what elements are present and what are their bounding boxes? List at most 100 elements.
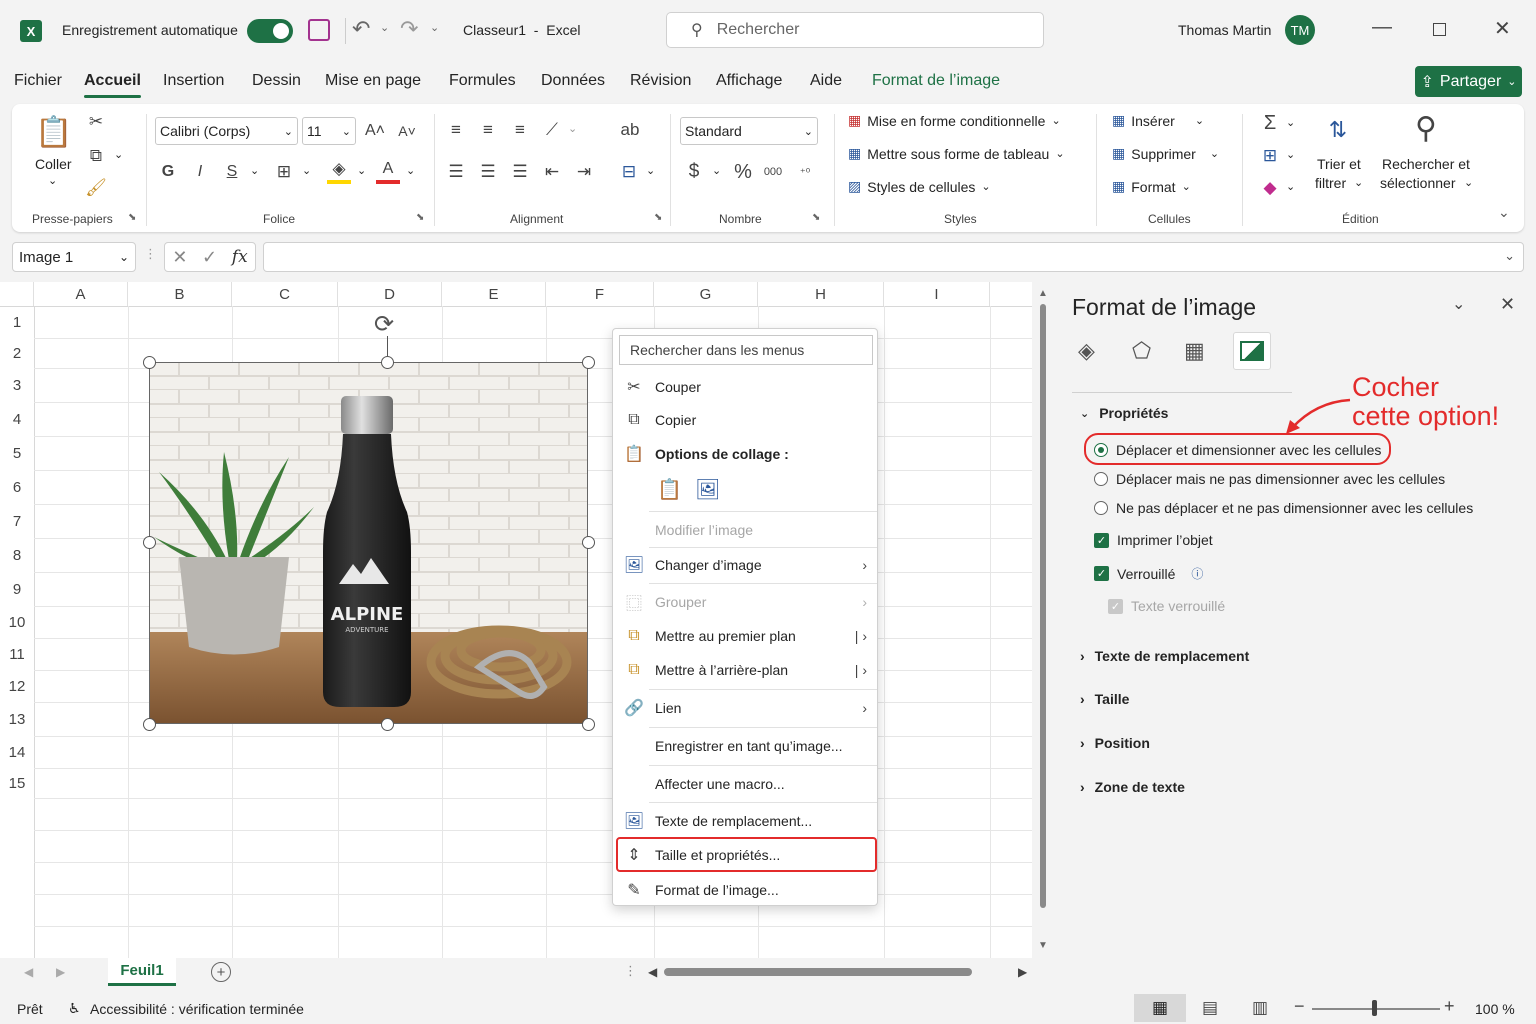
borders-dropdown-icon[interactable]: ⌄ (302, 164, 311, 177)
rotate-handle-icon[interactable]: ⟳ (374, 310, 394, 339)
page-break-icon[interactable]: ▥ (1252, 998, 1268, 1018)
tab-affichage[interactable]: Affichage (716, 72, 782, 90)
align-left-icon[interactable]: ☰ (444, 160, 468, 184)
zoom-out-icon[interactable]: − (1294, 996, 1305, 1017)
menu-item-save-as-image[interactable]: Enregistrer en tant qu’image... (613, 731, 877, 761)
undo-dropdown-icon[interactable]: ⌄ (380, 21, 389, 34)
column-header[interactable]: E (442, 282, 546, 306)
column-header[interactable]: B (128, 282, 232, 306)
row-header[interactable]: 13 (0, 702, 34, 736)
column-header[interactable]: A (34, 282, 128, 306)
find-select-label-2[interactable]: sélectionner (1380, 175, 1456, 191)
row-header[interactable]: 3 (0, 368, 34, 402)
radio-move-no-size[interactable]: Déplacer mais ne pas dimensionner avec l… (1094, 471, 1445, 487)
fill-dropdown-icon[interactable]: ⌄ (357, 164, 366, 177)
align-top-icon[interactable]: ≡ (444, 118, 468, 142)
align-right-icon[interactable]: ☰ (508, 160, 532, 184)
product-image[interactable]: ALPINE ADVENTURE (149, 362, 588, 724)
row-header[interactable]: 14 (0, 736, 34, 768)
row-header[interactable]: 1 (0, 306, 34, 338)
paste-dropdown-icon[interactable]: ⌄ (48, 174, 57, 187)
sort-filter-label-2[interactable]: filtrer (1315, 175, 1346, 191)
section-size[interactable]: › Taille (1080, 691, 1129, 707)
row-header[interactable]: 15 (0, 768, 34, 798)
section-properties[interactable]: ⌄ Propriétés (1080, 405, 1168, 421)
add-sheet-icon[interactable]: + (211, 962, 231, 982)
menu-item-copy[interactable]: ⧉ Copier (613, 405, 877, 435)
orientation-dropdown-icon[interactable]: ⌄ (568, 122, 577, 135)
underline-button[interactable]: S (220, 160, 244, 184)
number-format-select[interactable]: Standard ⌄ (680, 117, 818, 145)
underline-dropdown-icon[interactable]: ⌄ (250, 164, 259, 177)
resize-handle[interactable] (582, 356, 595, 369)
row-header[interactable]: 12 (0, 670, 34, 702)
name-box[interactable]: Image 1 ⌄ (12, 242, 136, 272)
copy-icon[interactable]: ⧉ (84, 144, 108, 168)
percent-icon[interactable]: % (730, 160, 756, 184)
currency-icon[interactable]: $ (682, 160, 706, 184)
format-painter-icon[interactable]: 🖌 (84, 176, 108, 200)
font-color-icon[interactable]: A (376, 158, 400, 184)
bold-button[interactable]: G (156, 160, 180, 184)
fill-icon[interactable]: ⊞ (1258, 144, 1282, 168)
copy-dropdown-icon[interactable]: ⌄ (114, 148, 123, 161)
autosave-toggle[interactable] (247, 19, 293, 43)
accessibility-icon[interactable]: ♿ (68, 1000, 81, 1017)
menu-item-link[interactable]: 🔗 Lien › (613, 693, 877, 723)
fill-dropdown-icon[interactable]: ⌄ (1286, 148, 1295, 161)
accessibility-status[interactable]: Accessibilité : vérification terminée (90, 1001, 304, 1017)
select-all[interactable] (0, 282, 34, 306)
menu-search-input[interactable]: Rechercher dans les menus (619, 335, 873, 365)
chevron-down-icon[interactable]: ⌄ (1464, 176, 1473, 189)
currency-dropdown-icon[interactable]: ⌄ (712, 164, 721, 177)
more-icon[interactable]: ⋮ (144, 246, 157, 262)
resize-handle[interactable] (143, 356, 156, 369)
find-icon[interactable]: ⚲ (1406, 108, 1446, 148)
more-icon[interactable]: ⋮ (624, 963, 637, 979)
next-sheet-icon[interactable]: ▶ (56, 965, 65, 979)
tab-fichier[interactable]: Fichier (14, 72, 62, 90)
sheet-tab-feuil1[interactable]: Feuil1 (108, 958, 176, 986)
section-text-box[interactable]: › Zone de texte (1080, 779, 1185, 795)
insert-button[interactable]: ▦ Insérer ⌄ (1112, 112, 1204, 129)
row-header[interactable]: 8 (0, 538, 34, 572)
menu-item-assign-macro[interactable]: Affecter une macro... (613, 769, 877, 799)
checkbox-print-object[interactable]: ✓ Imprimer l’objet (1094, 532, 1213, 548)
merge-dropdown-icon[interactable]: ⌄ (646, 164, 655, 177)
close-icon[interactable]: ✕ (1500, 294, 1515, 315)
row-header[interactable]: 10 (0, 606, 34, 638)
paste-keep-icon[interactable]: 📋 (657, 477, 682, 501)
decrease-indent-icon[interactable]: ⇤ (540, 160, 564, 184)
maximize-icon[interactable] (1433, 23, 1446, 36)
align-bottom-icon[interactable]: ≡ (508, 118, 532, 142)
dialog-launcher-icon[interactable]: ⬊ (416, 212, 424, 223)
effects-icon[interactable]: ⬠ (1132, 338, 1162, 368)
search-box[interactable]: ⚲ Rechercher (666, 12, 1044, 48)
column-header[interactable]: H (758, 282, 884, 306)
qat-dropdown-icon[interactable]: ⌄ (430, 21, 439, 34)
scroll-left-icon[interactable]: ◀ (648, 965, 657, 979)
column-header[interactable]: C (232, 282, 338, 306)
paste-label[interactable]: Coller (35, 156, 72, 172)
grow-font-icon[interactable]: A˄ (362, 118, 388, 144)
align-middle-icon[interactable]: ≡ (476, 118, 500, 142)
font-name-select[interactable]: Calibri (Corps) ⌄ (155, 117, 298, 145)
menu-item-bring-front[interactable]: ⧉ Mettre au premier plan | › (613, 621, 877, 651)
minimize-icon[interactable]: — (1372, 16, 1392, 39)
column-header[interactable]: F (546, 282, 654, 306)
align-center-icon[interactable]: ☰ (476, 160, 500, 184)
row-header[interactable]: 9 (0, 572, 34, 606)
section-position[interactable]: › Position (1080, 735, 1150, 751)
row-header[interactable]: 2 (0, 338, 34, 368)
formula-input[interactable]: ⌄ (263, 242, 1524, 272)
cancel-icon[interactable]: ✕ (172, 247, 187, 268)
horizontal-scrollbar-thumb[interactable] (664, 968, 972, 976)
undo-icon[interactable]: ↶ (352, 16, 370, 42)
resize-handle[interactable] (381, 356, 394, 369)
picture-tab[interactable] (1233, 332, 1271, 370)
menu-item-cut[interactable]: ✂ Couper (613, 372, 877, 402)
format-as-table-button[interactable]: ▦ Mettre sous forme de tableau ⌄ (848, 145, 1065, 162)
checkbox-locked[interactable]: ✓ Verrouillé ⓘ (1094, 565, 1203, 582)
page-layout-icon[interactable]: ▤ (1202, 998, 1218, 1018)
tab-insertion[interactable]: Insertion (163, 72, 224, 90)
